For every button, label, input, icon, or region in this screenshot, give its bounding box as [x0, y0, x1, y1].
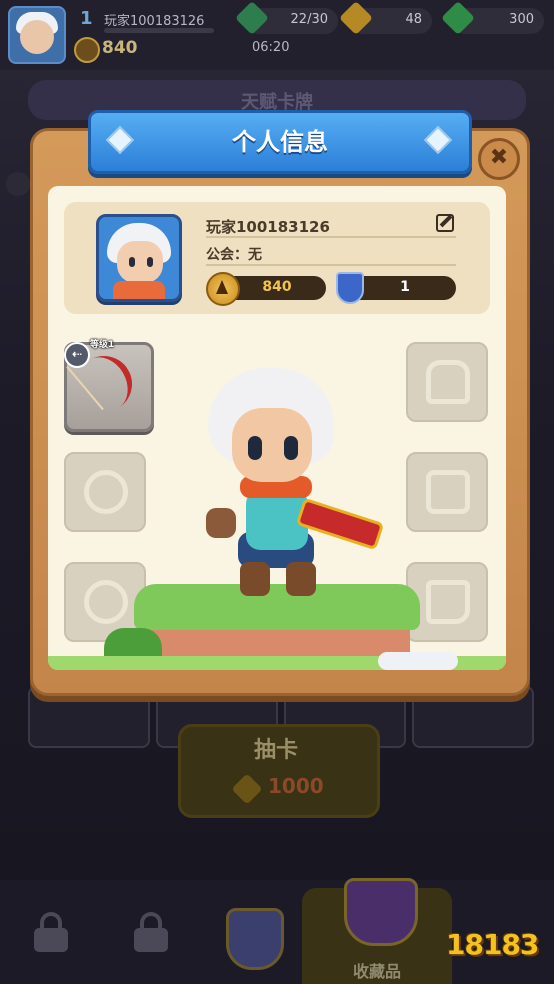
xp-bar: [104, 28, 214, 33]
helmet-icon: [426, 360, 470, 404]
necklace-icon: [84, 470, 128, 514]
hero-boot: [286, 562, 316, 596]
necklace-slot[interactable]: [64, 452, 146, 532]
weapon-swap-icon[interactable]: ⇠: [64, 342, 90, 368]
top-avatar[interactable]: [8, 6, 66, 64]
gem-value: 300: [509, 12, 534, 27]
draw-card-label: 抽卡: [253, 738, 298, 763]
gem-counter[interactable]: 300: [441, 1, 544, 35]
nav-lock-icon[interactable]: [134, 912, 168, 952]
divider: [206, 264, 456, 266]
nav-collection-label: 收藏品: [352, 962, 401, 981]
player-score: 840: [262, 279, 292, 295]
lock-icon: [6, 172, 30, 196]
edit-icon[interactable]: [436, 214, 454, 232]
hero-boot: [240, 562, 270, 596]
divider: [206, 236, 456, 238]
hero-glove: [206, 508, 236, 538]
player-level: 1: [80, 8, 93, 29]
trophy-icon: [344, 878, 418, 946]
close-button[interactable]: ✖: [478, 138, 520, 180]
shield-icon: [336, 272, 364, 304]
snow-patch: [378, 652, 458, 670]
nav-shield-icon[interactable]: [226, 908, 284, 970]
top-score: 840: [102, 38, 138, 58]
player-name: 玩家100183126: [206, 218, 330, 236]
weapon-level: 等级1: [90, 340, 115, 350]
guild-label: 公会：无: [206, 247, 262, 263]
energy-counter[interactable]: 22/30: [235, 1, 338, 35]
gold-counter[interactable]: 48: [339, 1, 432, 35]
platform-grass: [134, 584, 420, 630]
player-avatar[interactable]: [96, 214, 182, 302]
hero-eye: [284, 436, 298, 460]
gold-value: 48: [405, 12, 422, 27]
nav-lock-icon[interactable]: [34, 912, 68, 952]
boots-icon: [426, 580, 470, 624]
armor-icon: [426, 470, 470, 514]
dialog-title: 个人信息: [232, 128, 328, 156]
armor-slot[interactable]: [406, 452, 488, 532]
player-rank: 1: [400, 279, 410, 295]
top-player-name: 玩家100183126: [104, 14, 205, 29]
energy-value: 22/30: [290, 12, 328, 27]
hero-eye: [248, 436, 262, 460]
watermark-logo: 18183: [446, 928, 539, 961]
draw-card-cost: 1000: [268, 774, 324, 798]
trophy-icon: [74, 37, 100, 63]
helmet-slot[interactable]: [406, 342, 488, 422]
ring-icon: [84, 580, 128, 624]
hero-face: [232, 408, 312, 482]
energy-timer: 06:20: [252, 40, 290, 55]
trophy-badge-icon: [206, 272, 240, 306]
